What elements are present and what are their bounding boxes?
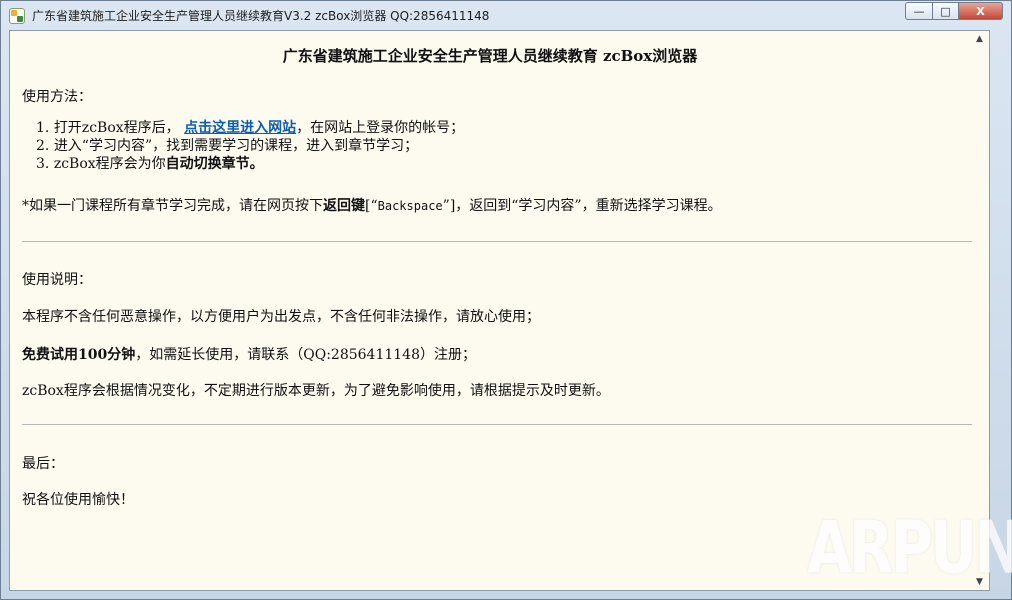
scroll-up-icon[interactable]: ▲ [976, 34, 983, 44]
watermark-logo: ARPUN [807, 505, 1012, 590]
list-item: 3. zcBox程序会为你自动切换章节。 [36, 156, 264, 172]
usage-title: 使用方法： [22, 89, 92, 105]
trial-line: 免费试用100分钟，如需延长使用，请联系（QQ:2856411148）注册； [22, 347, 476, 363]
backspace-note: *如果一门课程所有章节学习完成，请在网页按下返回键[“Backspace”]，返… [22, 198, 722, 214]
divider [22, 424, 975, 425]
page-heading: 广东省建筑施工企业安全生产管理人员继续教育 zcBox浏览器 [282, 47, 698, 65]
window-title: 广东省建筑施工企业安全生产管理人员继续教育V3.2 zcBox浏览器 QQ:28… [32, 9, 490, 23]
final-title: 最后： [22, 456, 64, 472]
close-button[interactable]: X [958, 2, 1003, 20]
title-bar[interactable]: 广东省建筑施工企业安全生产管理人员继续教育V3.2 zcBox浏览器 QQ:28… [1, 1, 1011, 29]
usage-steps: 1. 打开zcBox程序后， 点击这里进入网站，在网站上登录你的帐号； 2. 进… [36, 119, 464, 173]
instruction-line: 本程序不含任何恶意操作，以方便用户为出发点，不含任何非法操作，请放心使用； [22, 309, 540, 325]
list-item: 2. 进入“学习内容”，找到需要学习的课程，进入到章节学习； [36, 138, 419, 154]
divider [22, 241, 975, 242]
instruction-line: zcBox程序会根据情况变化，不定期进行版本更新，为了避免影响使用，请根据提示及… [22, 383, 610, 399]
instructions-title: 使用说明： [22, 272, 92, 288]
app-icon [9, 8, 25, 24]
browser-window: 广东省建筑施工企业安全生产管理人员继续教育V3.2 zcBox浏览器 QQ:28… [0, 0, 1012, 600]
enter-site-link[interactable]: 点击这里进入网站 [184, 120, 296, 136]
window-controls: — □ X [905, 2, 1003, 20]
maximize-button[interactable]: □ [932, 2, 958, 20]
list-item: 1. 打开zcBox程序后， 点击这里进入网站，在网站上登录你的帐号； [36, 120, 465, 136]
minimize-button[interactable]: — [905, 2, 932, 20]
final-text: 祝各位使用愉快！ [22, 492, 134, 508]
